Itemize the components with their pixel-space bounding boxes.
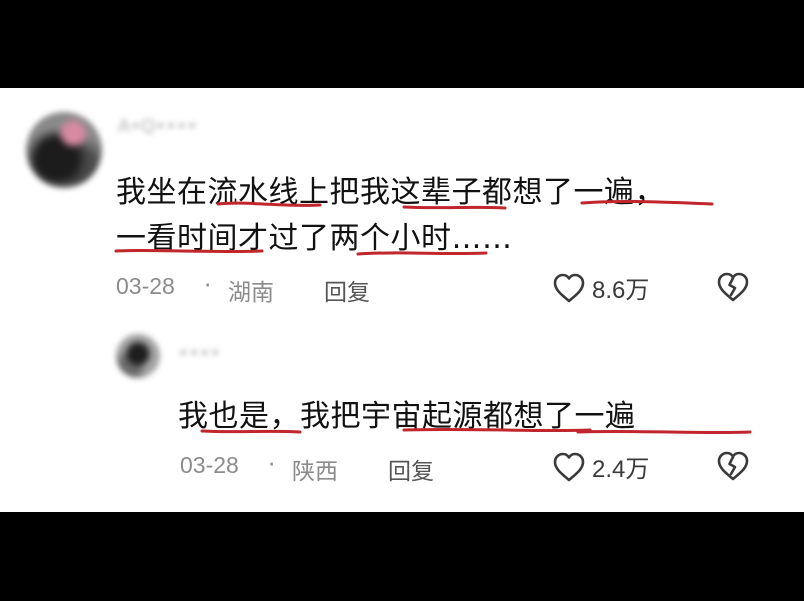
meta-separator: ·	[268, 452, 276, 478]
reply-button[interactable]: 回复	[324, 273, 370, 307]
heart-icon	[553, 452, 585, 481]
like-button[interactable]: 8.6万	[552, 270, 649, 305]
comment-location: 湖南	[228, 280, 274, 306]
comment-text-line-1: 我坐在流水线上把我这辈子都想了一遍，	[116, 175, 665, 210]
like-count: 2.4万	[592, 456, 650, 483]
meta-separator: ·	[204, 273, 212, 299]
like-button[interactable]: 2.4万	[552, 449, 649, 484]
avatar[interactable]	[26, 112, 102, 188]
username[interactable]: A•Q••••	[118, 116, 198, 137]
reply-text: 我也是，我把宇宙起源都想了一遍	[178, 399, 636, 434]
dislike-button[interactable]	[716, 271, 750, 307]
comment-date: 03-28	[116, 273, 175, 299]
broken-heart-icon	[717, 451, 749, 481]
heart-icon	[553, 273, 585, 302]
broken-heart-icon	[717, 272, 749, 302]
like-count: 8.6万	[592, 277, 650, 304]
reply-avatar[interactable]	[116, 334, 160, 378]
comment-text-line-2: 一看时间才过了两个小时……	[116, 221, 513, 256]
reply-location: 陕西	[292, 459, 338, 485]
comment-panel	[0, 88, 804, 512]
reply-button[interactable]: 回复	[388, 452, 434, 486]
dislike-button[interactable]	[716, 450, 750, 486]
reply-date: 03-28	[180, 452, 239, 478]
reply-username[interactable]: ••••	[178, 343, 220, 364]
